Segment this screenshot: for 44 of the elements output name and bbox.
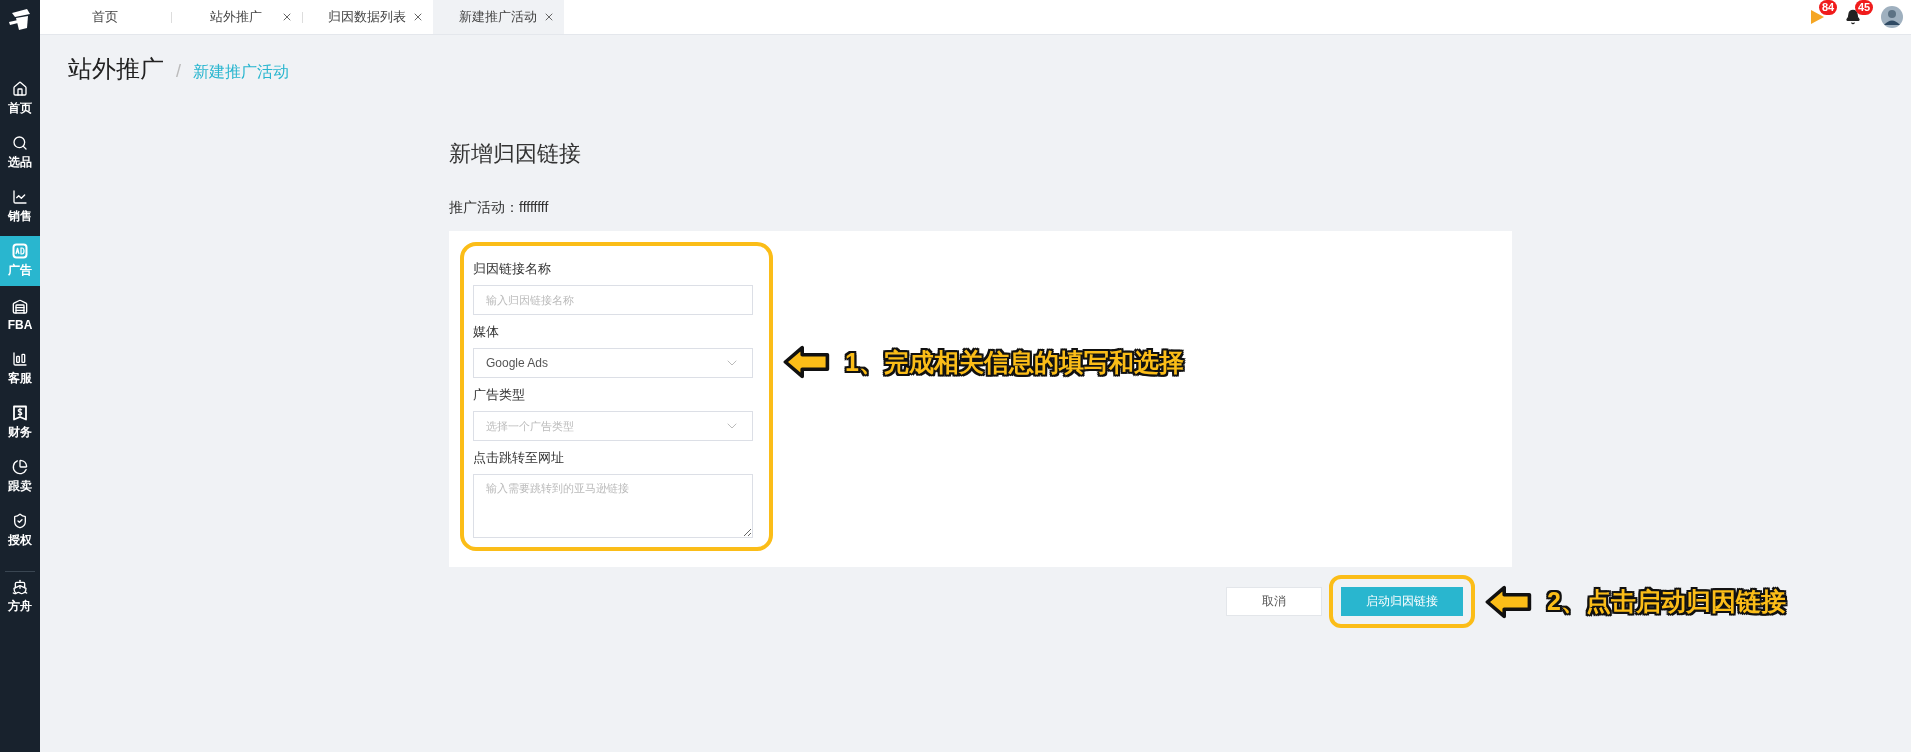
- bar-chart-icon: [12, 351, 28, 367]
- field-label: 点击跳转至网址: [473, 449, 565, 467]
- count-badge: 84: [1819, 0, 1838, 15]
- sidebar-item[interactable]: 首页: [0, 74, 40, 124]
- sidebar-item[interactable]: 跟卖: [0, 452, 40, 502]
- home-icon: [12, 81, 28, 97]
- sidebar-item[interactable]: 销售: [0, 182, 40, 232]
- tab[interactable]: 新建推广活动: [433, 0, 564, 34]
- flag-icon[interactable]: [1809, 9, 1825, 25]
- close-icon[interactable]: [412, 11, 424, 23]
- form-title: 新增归因链接: [449, 140, 582, 168]
- avatar[interactable]: [1881, 6, 1903, 28]
- close-icon[interactable]: [281, 11, 293, 23]
- campaign-label: 推广活动：ffffffff: [449, 199, 550, 217]
- close-icon[interactable]: [543, 11, 555, 23]
- sidebar-item[interactable]: FBA: [0, 290, 40, 340]
- annotation-text: 2、点击启动归因链接: [1547, 586, 1786, 617]
- search-icon: [12, 135, 28, 151]
- shield-check-icon: [12, 513, 28, 529]
- sidebar-item[interactable]: 授权: [0, 506, 40, 556]
- sidebar-item[interactable]: 方舟: [0, 572, 40, 622]
- arrow-left-icon: [1485, 583, 1533, 620]
- field-label: 媒体: [473, 323, 500, 341]
- ad-icon: [12, 243, 28, 259]
- sidebar-item[interactable]: 客服: [0, 344, 40, 394]
- input-field[interactable]: 输入归因链接名称: [473, 285, 753, 315]
- field-label: 归因链接名称: [473, 260, 552, 278]
- warehouse-icon: [12, 298, 28, 315]
- bell-icon[interactable]: [1845, 9, 1861, 25]
- ship-icon: [12, 579, 28, 595]
- cancel-button[interactable]: 取消: [1226, 587, 1322, 616]
- field-label: 广告类型: [473, 386, 526, 404]
- sidebar-item[interactable]: 选品: [0, 128, 40, 178]
- annotation-text: 1、完成相关信息的填写和选择: [845, 346, 1184, 378]
- breadcrumb-separator: /: [176, 61, 181, 82]
- page-title: 站外推广: [68, 54, 164, 84]
- select-field[interactable]: Google Ads: [473, 348, 753, 378]
- dollar-icon: [12, 405, 28, 421]
- count-badge: 45: [1855, 0, 1874, 15]
- logo-icon: [7, 8, 33, 32]
- pie-chart-icon: [12, 459, 28, 475]
- line-chart-icon: [12, 189, 28, 205]
- arrow-left-icon: [783, 344, 831, 380]
- sidebar-item[interactable]: 财务: [0, 398, 40, 448]
